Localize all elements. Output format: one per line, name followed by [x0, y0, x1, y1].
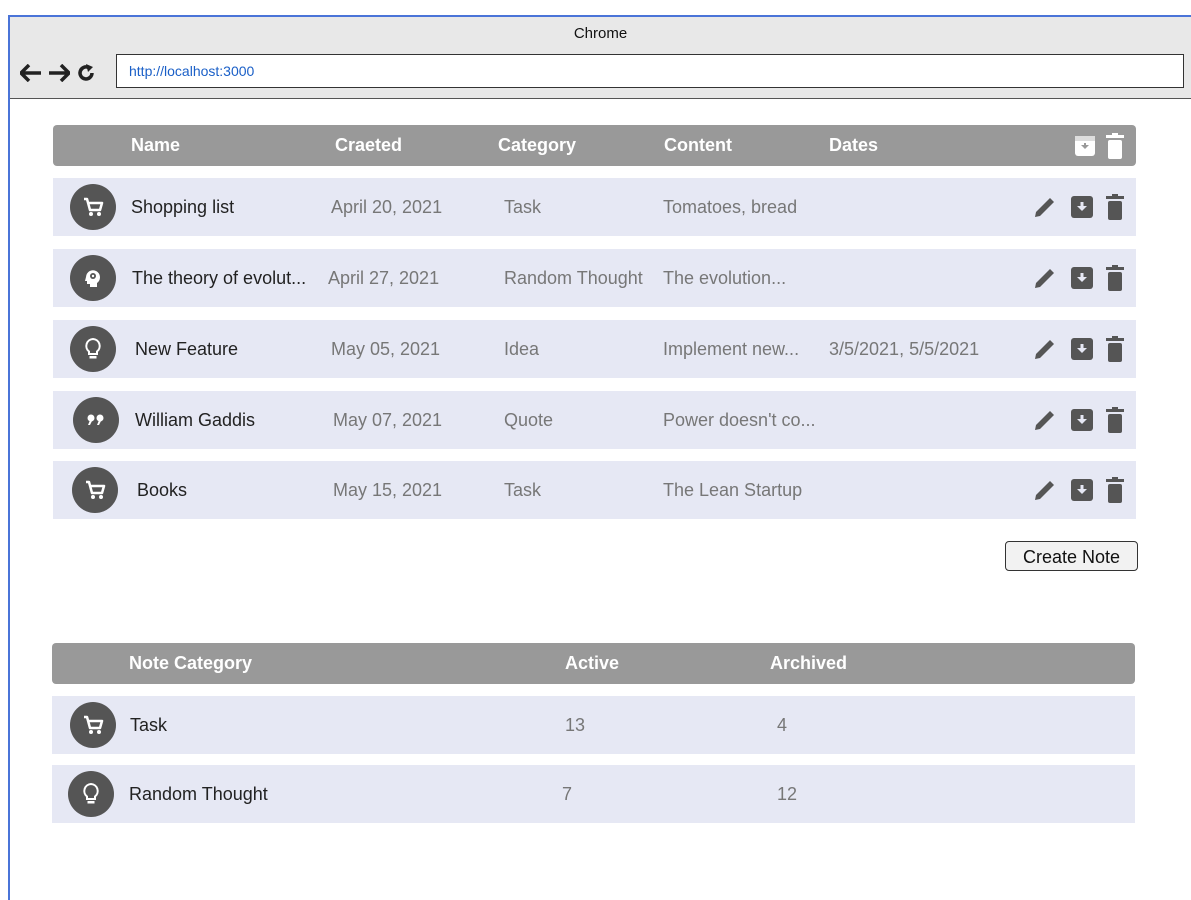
edit-pencil-icon[interactable] [1032, 194, 1058, 225]
table-row: The theory of evolut... April 27, 2021 R… [53, 249, 1136, 307]
summary-table-header: Note Category Active Archived [52, 643, 1135, 684]
archive-all-icon[interactable] [1074, 135, 1096, 162]
edit-pencil-icon[interactable] [1032, 477, 1058, 508]
note-created: May 05, 2021 [331, 339, 441, 359]
summary-archived: 4 [777, 715, 788, 735]
cart-icon [72, 467, 118, 513]
trash-icon[interactable] [1106, 265, 1124, 296]
note-category: Task [504, 197, 542, 217]
row-actions [1032, 477, 1124, 508]
note-category: Random Thought [504, 268, 643, 288]
trash-icon[interactable] [1106, 477, 1124, 508]
table-row: Task 13 4 [52, 696, 1135, 754]
archive-icon[interactable] [1070, 266, 1094, 295]
summary-active: 7 [562, 784, 573, 804]
note-content: Tomatoes, bread [663, 197, 798, 217]
reload-icon[interactable] [76, 63, 96, 83]
archive-icon[interactable] [1070, 195, 1094, 224]
trash-icon[interactable] [1106, 336, 1124, 367]
table-row: Random Thought 7 12 [52, 765, 1135, 823]
note-content: The evolution... [663, 268, 787, 288]
row-actions [1032, 265, 1124, 296]
delete-all-icon[interactable] [1106, 133, 1124, 164]
edit-pencil-icon[interactable] [1032, 265, 1058, 296]
header-created: Craeted [335, 135, 403, 155]
quote-icon [73, 397, 119, 443]
cart-icon [70, 702, 116, 748]
summary-active: 13 [565, 715, 586, 735]
summary-category: Task [130, 715, 168, 735]
back-arrow-icon[interactable] [20, 64, 42, 82]
header-active: Active [565, 653, 620, 673]
note-content: Power doesn't co... [663, 410, 816, 430]
note-created: May 07, 2021 [333, 410, 443, 430]
row-actions [1032, 194, 1124, 225]
header-category: Category [498, 135, 577, 155]
note-category: Task [504, 480, 542, 500]
header-dates: Dates [829, 135, 879, 155]
row-actions [1032, 407, 1124, 438]
header-actions [1074, 133, 1124, 164]
nav-buttons [20, 63, 96, 83]
forward-arrow-icon[interactable] [48, 64, 70, 82]
trash-icon[interactable] [1106, 194, 1124, 225]
row-actions [1032, 336, 1124, 367]
table-row: Books May 15, 2021 Task The Lean Startup [53, 461, 1136, 519]
brain-gear-icon [70, 255, 116, 301]
browser-title: Chrome [573, 25, 628, 42]
note-dates: 3/5/2021, 5/5/2021 [829, 339, 980, 359]
table-row: William Gaddis May 07, 2021 Quote Power … [53, 391, 1136, 449]
notes-table-header: Name Craeted Category Content Dates [53, 125, 1136, 166]
note-category: Quote [504, 410, 554, 430]
lightbulb-icon [68, 771, 114, 817]
archive-icon[interactable] [1070, 337, 1094, 366]
header-archived: Archived [770, 653, 848, 673]
create-note-button[interactable]: Create Note [1005, 541, 1138, 571]
note-name: New Feature [135, 339, 239, 359]
summary-table: Note Category Active Archived Task 13 4 … [52, 643, 1135, 823]
note-name: The theory of evolut... [132, 268, 307, 288]
edit-pencil-icon[interactable] [1032, 407, 1058, 438]
header-name: Name [131, 135, 181, 155]
note-name: Shopping list [131, 197, 235, 217]
note-created: April 27, 2021 [328, 268, 440, 288]
window-border-left [8, 15, 10, 900]
note-created: April 20, 2021 [331, 197, 443, 217]
header-content: Content [664, 135, 732, 155]
summary-category: Random Thought [129, 784, 268, 804]
archive-icon[interactable] [1070, 478, 1094, 507]
cart-icon [70, 184, 116, 230]
note-name: William Gaddis [135, 410, 256, 430]
archive-icon[interactable] [1070, 408, 1094, 437]
trash-icon[interactable] [1106, 407, 1124, 438]
header-note-category: Note Category [129, 653, 253, 673]
note-created: May 15, 2021 [333, 480, 443, 500]
lightbulb-icon [70, 326, 116, 372]
edit-pencil-icon[interactable] [1032, 336, 1058, 367]
note-category: Idea [504, 339, 540, 359]
table-row: New Feature May 05, 2021 Idea Implement … [53, 320, 1136, 378]
note-content: Implement new... [663, 339, 800, 359]
note-content: The Lean Startup [663, 480, 803, 500]
summary-archived: 12 [777, 784, 798, 804]
table-row: Shopping list April 20, 2021 Task Tomato… [53, 178, 1136, 236]
note-name: Books [137, 480, 188, 500]
url-bar[interactable]: http://localhost:3000 [116, 54, 1184, 88]
notes-table: Name Craeted Category Content Dates Shop… [53, 125, 1136, 519]
browser-chrome: Chrome http://localhost:3000 [10, 17, 1191, 99]
